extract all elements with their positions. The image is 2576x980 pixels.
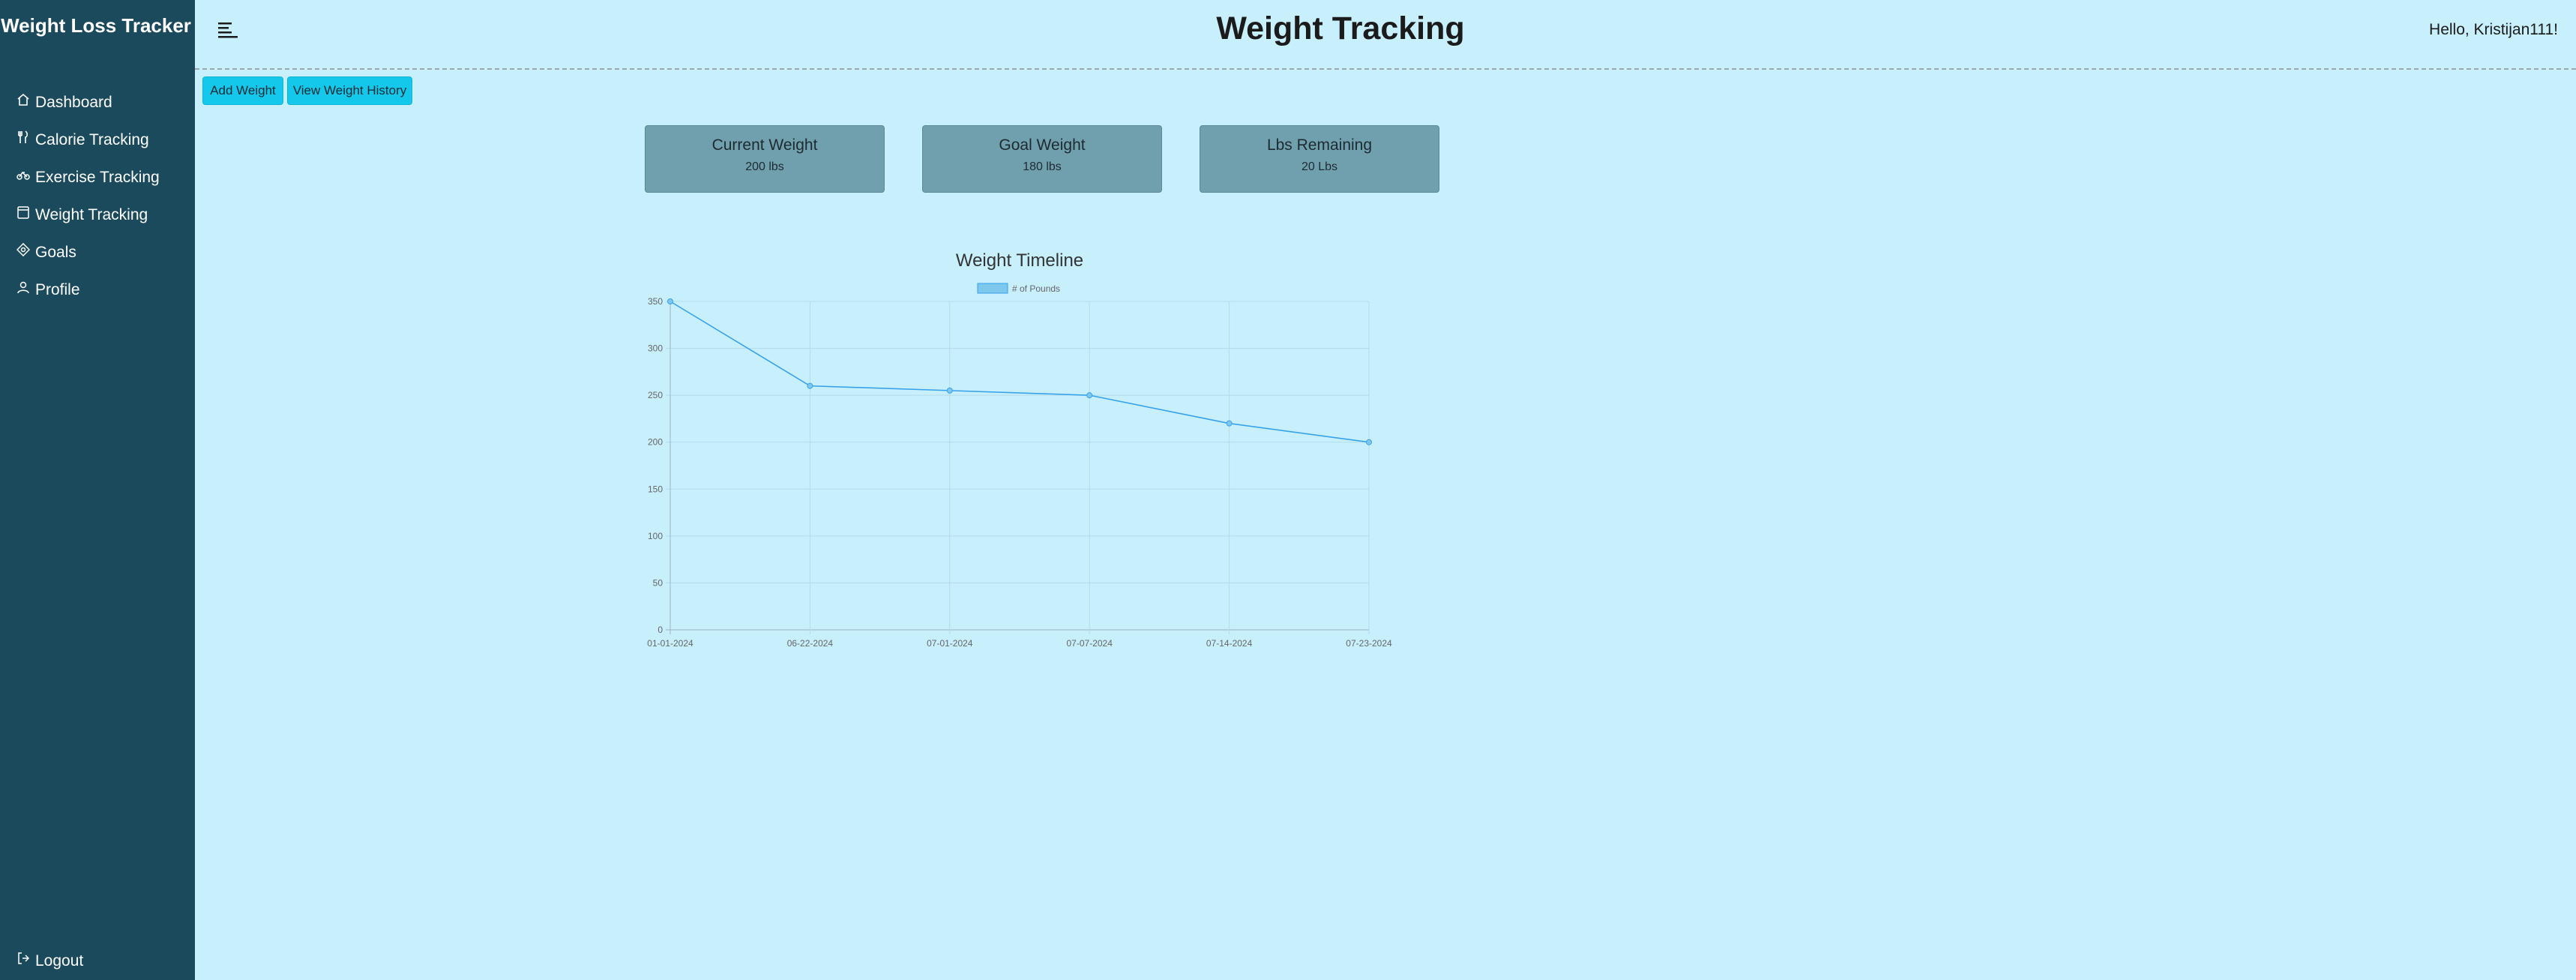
lbs-remaining-card: Lbs Remaining 20 Lbs	[1200, 125, 1439, 193]
card-value: 180 lbs	[1023, 160, 1062, 173]
person-icon	[16, 279, 33, 295]
chart-title: Weight Timeline	[956, 250, 1083, 271]
x-tick-label: 07-23-2024	[1346, 638, 1392, 649]
sidebar-item-label: Exercise Tracking	[35, 169, 160, 186]
sidebar-item-calorie-tracking[interactable]: Calorie Tracking	[0, 121, 195, 159]
sidebar-nav: Dashboard Calorie Tracking Exercise Trac…	[0, 84, 195, 309]
chart-grid	[666, 301, 1370, 634]
data-point[interactable]	[807, 382, 813, 389]
sidebar-item-goals[interactable]: Goals	[0, 234, 195, 271]
utensils-icon	[16, 129, 33, 145]
sidebar: Weight Loss Tracker Dashboard Calorie Tr…	[0, 0, 195, 980]
chart-legend: # of Pounds	[977, 283, 1060, 294]
card-value: 20 Lbs	[1301, 160, 1338, 173]
data-point[interactable]	[667, 298, 673, 304]
sidebar-item-dashboard[interactable]: Dashboard	[0, 84, 195, 121]
data-point[interactable]	[1086, 392, 1093, 399]
y-tick-label: 200	[648, 437, 663, 448]
user-greeting: Hello, Kristijan111!	[2429, 21, 2558, 38]
y-axis: 0 50 100 150 200 250 300 350	[648, 296, 663, 635]
logout-link[interactable]: Logout	[16, 952, 83, 970]
sidebar-item-exercise-tracking[interactable]: Exercise Tracking	[0, 159, 195, 196]
data-point[interactable]	[1226, 420, 1233, 427]
add-weight-button[interactable]: Add Weight	[202, 76, 283, 105]
goal-weight-card: Goal Weight 180 lbs	[922, 125, 1162, 193]
y-tick-label: 100	[648, 531, 663, 541]
series-line	[669, 301, 1370, 443]
app-brand: Weight Loss Tracker	[1, 14, 191, 37]
sidebar-item-profile[interactable]: Profile	[0, 271, 195, 309]
scale-icon	[16, 204, 33, 220]
chart-series	[667, 298, 1372, 445]
x-tick-label: 07-07-2024	[1067, 638, 1113, 649]
legend-swatch	[977, 283, 1008, 294]
data-point[interactable]	[1366, 439, 1372, 445]
view-weight-history-button[interactable]: View Weight History	[287, 76, 412, 105]
sidebar-item-label: Weight Tracking	[35, 206, 148, 223]
x-tick-label: 01-01-2024	[647, 638, 693, 649]
home-icon	[16, 91, 33, 108]
card-title: Current Weight	[711, 136, 818, 154]
card-title: Goal Weight	[999, 136, 1086, 154]
sidebar-item-weight-tracking[interactable]: Weight Tracking	[0, 196, 195, 234]
top-header: Weight Tracking Hello, Kristijan111!	[195, 0, 2576, 70]
y-tick-label: 150	[648, 484, 663, 494]
y-tick-label: 350	[648, 296, 663, 307]
card-title: Lbs Remaining	[1266, 136, 1373, 154]
sidebar-item-label: Dashboard	[35, 94, 112, 111]
x-tick-label: 06-22-2024	[787, 638, 834, 649]
target-icon	[16, 241, 33, 258]
card-value: 200 lbs	[745, 160, 784, 173]
sidebar-item-label: Profile	[35, 281, 80, 298]
logout-icon	[16, 950, 33, 967]
x-tick-label: 07-01-2024	[927, 638, 973, 649]
logout-label: Logout	[35, 952, 84, 970]
sidebar-item-label: Calorie Tracking	[35, 131, 149, 148]
weight-timeline-chart: Weight Timeline # of Pounds 0 50 100 150 200…	[647, 250, 1392, 649]
y-tick-label: 0	[657, 625, 663, 635]
current-weight-card: Current Weight 200 lbs	[645, 125, 885, 193]
page-title: Weight Tracking	[1216, 10, 1465, 46]
data-point[interactable]	[946, 387, 953, 394]
x-axis: 01-01-2024 06-22-2024 07-01-2024 07-07-2024…	[647, 638, 1392, 649]
sidebar-item-label: Goals	[35, 244, 76, 261]
y-tick-label: 300	[648, 343, 663, 354]
y-tick-label: 50	[653, 577, 663, 588]
y-tick-label: 250	[648, 390, 663, 400]
x-tick-label: 07-14-2024	[1206, 638, 1253, 649]
legend-label: # of Pounds	[1012, 283, 1060, 294]
bicycle-icon	[16, 166, 33, 183]
